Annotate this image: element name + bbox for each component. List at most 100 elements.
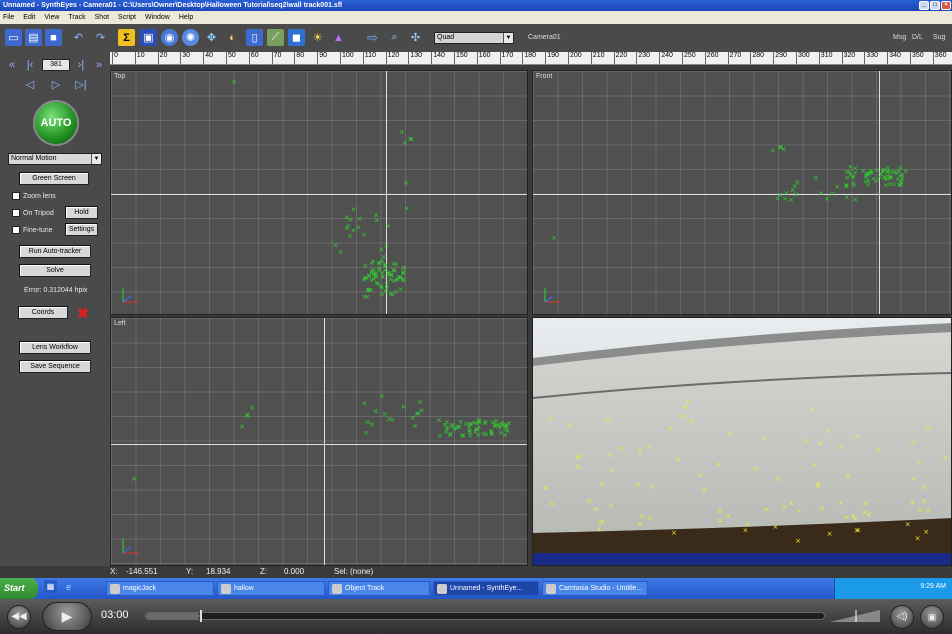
lens-workflow-button[interactable]: Lens Workflow (19, 341, 91, 354)
seek-progress (146, 613, 201, 619)
menu-shot[interactable]: Shot (95, 11, 109, 24)
task-hallow[interactable]: hallow (217, 581, 325, 596)
prev-key-icon[interactable]: |‹ (23, 59, 37, 71)
checkbox-box[interactable] (12, 209, 20, 217)
camera-label[interactable]: Camera01 (528, 34, 561, 41)
rewind-icon[interactable]: ◀◀ (7, 605, 31, 629)
maximize-button[interactable]: □ (930, 1, 940, 10)
volume-icon[interactable]: ◁) (890, 605, 914, 629)
coordinate-icon[interactable]: ✥ (203, 29, 220, 46)
redo-icon[interactable]: ↷ (92, 29, 109, 46)
green-screen-button[interactable]: Green Screen (19, 172, 89, 185)
menu-window[interactable]: Window (145, 11, 170, 24)
zoom-icon[interactable]: ⌕ (386, 29, 403, 46)
close-button[interactable]: × (941, 1, 951, 10)
save-icon[interactable]: ■ (45, 29, 62, 46)
seek-thumb[interactable] (200, 610, 203, 622)
camera-viewport[interactable]: × × × × × × × × × × × × × × × × × × × × × × × × × × × × × × × × × × × × × × × ×… (532, 317, 952, 566)
volume-slider[interactable] (830, 610, 880, 622)
rewind-start-icon[interactable]: « (5, 59, 19, 71)
front-viewport[interactable]: Front × × × × × × × × × × × × × × × × × × × × × × × × × × × × × × × × × ×… (532, 70, 952, 315)
clock: 9:29 AM (920, 583, 946, 590)
step-forward-icon[interactable]: ▷| (74, 79, 88, 91)
play-icon[interactable]: ▷ (49, 79, 63, 91)
mesh-cube-icon[interactable]: ◼ (288, 29, 305, 46)
step-back-icon[interactable]: ◁ (23, 79, 37, 91)
sug-label[interactable]: Sug (933, 34, 945, 41)
menu-edit[interactable]: Edit (23, 11, 35, 24)
checkbox-box[interactable] (12, 192, 20, 200)
motion-select[interactable]: Normal Motion ▼ (8, 153, 102, 165)
tracker-marker: × (844, 183, 850, 191)
app-icon (332, 584, 342, 594)
tracker-marker: × (460, 432, 466, 440)
seek-bar[interactable] (145, 610, 825, 622)
coords-button[interactable]: Coords (18, 306, 68, 319)
save-sequence-button[interactable]: Save Sequence (19, 360, 91, 373)
task-camtasia[interactable]: Camtasia Studio - Untitle... (542, 581, 648, 596)
shot-icon[interactable]: ▯ (246, 29, 263, 46)
menu-file[interactable]: File (3, 11, 14, 24)
tracker-marker: × (770, 147, 776, 155)
camera-view-icon[interactable]: ▣ (140, 29, 157, 46)
graph-icon[interactable]: ⟋ (267, 29, 284, 46)
task-object-track[interactable]: Object Track (328, 581, 430, 596)
on-tripod-checkbox[interactable]: On Tripod (12, 209, 54, 217)
desktop-icon[interactable]: ▦ (44, 580, 57, 593)
tracker-marker: × (825, 427, 831, 435)
run-autotracker-button[interactable]: Run Auto-tracker (19, 245, 91, 258)
system-tray: 9:29 AM (834, 578, 952, 599)
settings-button[interactable]: Settings (65, 223, 98, 236)
app-icon (546, 584, 556, 594)
z-value: 0.000 (284, 567, 305, 576)
light-bulb-icon[interactable]: ☀ (309, 29, 326, 46)
forward-end-icon[interactable]: » (92, 59, 106, 71)
summary-sigma-icon[interactable]: Σ (118, 29, 135, 46)
tracker-marker: × (489, 431, 495, 439)
msg-label[interactable]: Msg (893, 34, 906, 41)
lens-icon[interactable]: ◐ (224, 29, 241, 46)
perspective-icon[interactable]: ▲ (330, 29, 347, 46)
delete-x-icon[interactable]: ✖ (76, 306, 90, 320)
menu-track[interactable]: Track (68, 11, 85, 24)
start-button[interactable]: Start (0, 578, 38, 599)
menu-help[interactable]: Help (179, 11, 193, 24)
tracker-marker: × (850, 173, 856, 181)
timeline-ruler[interactable]: 0 10 20 30 40 50 60 70 80 90 100 110 120 130 140 150 160… (110, 52, 952, 65)
globe-solve-icon[interactable]: ✺ (182, 29, 199, 46)
next-key-icon[interactable]: ›| (74, 59, 88, 71)
task-synth-eyes[interactable]: Unnamed - SynthEye... (433, 581, 539, 596)
zoom-lens-checkbox[interactable]: Zoom lens (12, 192, 56, 200)
arrow-right-icon[interactable]: ⇨ (364, 29, 381, 46)
frame-number-field[interactable]: 381 (42, 59, 70, 71)
tracker-marker: × (752, 465, 758, 473)
play-button[interactable]: ▶ (42, 602, 92, 631)
tracker-points-top: ×××××××××× ××××××××××××× ×××××××××××××××××… (231, 78, 415, 301)
fullscreen-icon[interactable]: ▣ (920, 605, 944, 629)
tracker-marker: × (399, 128, 405, 136)
x-value: -146.551 (126, 567, 158, 576)
menu-script[interactable]: Script (118, 11, 136, 24)
fine-tune-checkbox[interactable]: Fine-tune (12, 226, 53, 234)
tracker-marker: × (382, 411, 388, 419)
app-icon (437, 584, 447, 594)
fit-view-icon[interactable]: ✣ (407, 29, 424, 46)
minimize-button[interactable]: _ (919, 1, 929, 10)
camera-footage: ××××××××××××××××××××××××××××××××××××××××… (533, 318, 951, 565)
new-file-icon[interactable]: ▭ (5, 29, 22, 46)
tracker-icon[interactable]: ◉ (161, 29, 178, 46)
left-viewport[interactable]: Left × × × × × × × × × × × × × × × × × × × × × × × × × × × × × × × × × × ×… (110, 317, 528, 566)
task-magicjack[interactable]: magicJack (106, 581, 214, 596)
hold-button[interactable]: Hold (65, 206, 98, 219)
tracker-marker: × (409, 135, 415, 143)
menu-view[interactable]: View (44, 11, 59, 24)
dl-label[interactable]: D/L (912, 34, 923, 41)
checkbox-box[interactable] (12, 226, 20, 234)
open-folder-icon[interactable]: ▤ (25, 29, 42, 46)
browser-icon[interactable]: e (62, 580, 75, 593)
auto-button[interactable]: AUTO (33, 100, 79, 146)
undo-icon[interactable]: ↶ (70, 29, 87, 46)
top-viewport[interactable]: Top × × × × × × × × × × × × × × × × × × × × × × × × × × × × × × × × × × × ×… (110, 70, 528, 315)
layout-select[interactable]: Quad ▼ (434, 32, 514, 44)
solve-button[interactable]: Solve (19, 264, 91, 277)
